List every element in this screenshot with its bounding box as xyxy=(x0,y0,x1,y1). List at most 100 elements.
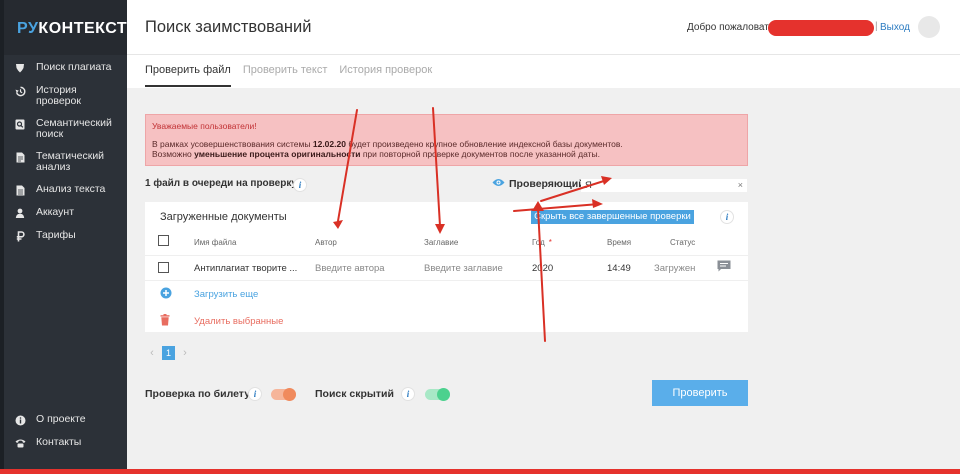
sidebar-item-about[interactable]: О проекте xyxy=(14,414,124,426)
sidebar-item-label: Семантический поиск xyxy=(36,117,112,140)
chevron-left-icon[interactable]: ‹ xyxy=(145,347,159,359)
sidebar-item-label: Анализ текста xyxy=(36,183,106,195)
plus-circle-icon xyxy=(160,287,172,302)
sidebar-item-label: История проверок xyxy=(36,84,81,107)
info-icon[interactable]: i xyxy=(293,178,307,192)
col-header-title: Заглавие xyxy=(424,238,459,247)
alert-emphasis: уменьшение процента оригинальности xyxy=(194,149,361,159)
documents-card: Загруженные документы Скрыть все заверше… xyxy=(145,202,748,332)
sidebar-item-history[interactable]: История проверок xyxy=(14,85,124,107)
reviewer-value: Я xyxy=(585,180,592,191)
info-icon[interactable]: i xyxy=(720,210,734,224)
upload-more-button[interactable]: Загрузить еще xyxy=(160,287,258,302)
alert-title: Уважаемые пользователи! xyxy=(152,121,257,131)
col-header-year: Год * xyxy=(532,238,552,247)
header-separator: | xyxy=(875,21,878,32)
queue-status: 1 файл в очереди на проверку xyxy=(145,178,297,189)
avatar[interactable] xyxy=(918,16,940,38)
hidden-search-toggle[interactable] xyxy=(425,388,450,401)
info-icon xyxy=(14,414,26,426)
logo-text: КОНТЕКСТ xyxy=(38,20,128,37)
delete-selected-button[interactable]: Удалить выбранные xyxy=(160,314,283,329)
pagination: ‹ 1 › xyxy=(145,346,192,360)
tab-history[interactable]: История проверок xyxy=(339,64,432,87)
sidebar-item-label: О проекте xyxy=(36,413,86,425)
row-divider xyxy=(145,280,748,281)
author-input[interactable]: Введите автора xyxy=(315,263,385,274)
required-mark: * xyxy=(548,238,552,247)
sidebar-item-thematic[interactable]: Тематический анализ xyxy=(14,151,124,173)
sidebar-item-plagiarism[interactable]: Поиск плагиата xyxy=(14,62,124,74)
alert-text: будет произведено крупное обновление инд… xyxy=(345,139,623,149)
sidebar: РУКОНТЕКСТ Поиск плагиата История провер… xyxy=(0,0,127,474)
tab-check-file[interactable]: Проверить файл xyxy=(145,64,231,87)
sidebar-edge xyxy=(0,0,4,474)
logout-link[interactable]: Выход xyxy=(880,22,910,33)
file-name[interactable]: Антиплагиат творите ... xyxy=(194,263,297,274)
eye-icon xyxy=(492,178,505,190)
alert-text: В рамках усовершенствования системы xyxy=(152,139,313,149)
history-icon xyxy=(14,85,26,97)
comment-icon[interactable] xyxy=(717,260,731,275)
semantic-search-icon xyxy=(14,118,26,130)
trash-icon xyxy=(160,314,170,329)
info-icon[interactable]: i xyxy=(401,387,415,401)
page-title: Поиск заимствований xyxy=(145,18,312,36)
ticket-check-toggle[interactable] xyxy=(271,388,296,401)
sidebar-item-semantic[interactable]: Семантический поиск xyxy=(14,118,124,140)
sidebar-item-label: Контакты xyxy=(36,436,82,448)
sidebar-item-text-analysis[interactable]: Анализ текста xyxy=(14,184,124,196)
col-header-time: Время xyxy=(607,238,632,247)
bottom-bar xyxy=(0,469,960,474)
toggle-knob xyxy=(437,388,450,401)
ticket-check-label: Проверка по билету xyxy=(145,388,251,400)
col-header-author: Автор xyxy=(315,238,337,247)
tab-check-text[interactable]: Проверить текст xyxy=(243,64,328,87)
row-checkbox[interactable] xyxy=(158,262,169,273)
text-doc-icon xyxy=(14,184,26,196)
sidebar-item-label: Поиск плагиата xyxy=(36,61,112,73)
logo[interactable]: РУКОНТЕКСТ xyxy=(17,20,127,38)
chevron-right-icon[interactable]: › xyxy=(178,347,192,359)
status-badge: Загружен xyxy=(654,263,696,274)
sidebar-nav: Поиск плагиата История проверок Семантич… xyxy=(14,62,124,253)
sidebar-item-account[interactable]: Аккаунт xyxy=(14,207,124,219)
info-icon[interactable]: i xyxy=(248,387,262,401)
alert-banner: Уважаемые пользователи! В рамках усоверш… xyxy=(145,114,748,166)
sidebar-item-label: Тематический анализ xyxy=(36,150,105,173)
alert-date: 12.02.20 xyxy=(312,139,346,149)
col-header-name: Имя файла xyxy=(194,238,237,247)
delete-selected-label: Удалить выбранные xyxy=(194,316,284,327)
ruble-icon xyxy=(14,230,26,242)
reviewer-label: Проверяющий xyxy=(492,178,585,190)
welcome-text: Добро пожаловать xyxy=(687,22,775,33)
sidebar-item-tariffs[interactable]: Тарифы xyxy=(14,230,124,242)
hide-completed-button[interactable]: Скрыть все завершенные проверки xyxy=(531,210,694,224)
sidebar-item-label: Аккаунт xyxy=(36,206,75,218)
row-divider xyxy=(145,255,748,256)
title-input[interactable]: Введите заглавие xyxy=(424,263,503,274)
shield-icon xyxy=(14,62,26,74)
alert-line-1: В рамках усовершенствования системы 12.0… xyxy=(152,139,741,149)
phone-icon xyxy=(14,437,26,449)
check-button[interactable]: Проверить xyxy=(652,380,748,406)
sidebar-item-label: Тарифы xyxy=(36,229,76,241)
clear-icon[interactable]: × xyxy=(738,179,743,192)
page-button[interactable]: 1 xyxy=(162,346,175,360)
reviewer-input[interactable]: Я × xyxy=(581,179,747,192)
header: Поиск заимствований Добро пожаловать | В… xyxy=(127,0,960,55)
logo-ru: РУ xyxy=(17,20,39,37)
documents-title: Загруженные документы xyxy=(160,211,287,223)
toggle-knob xyxy=(283,388,296,401)
col-header-status: Статус xyxy=(670,238,696,247)
tabs: Проверить файл Проверить текст История п… xyxy=(145,64,444,87)
sidebar-item-contacts[interactable]: Контакты xyxy=(14,437,124,449)
alert-line-2: Возможно уменьшение процента оригинально… xyxy=(152,149,741,159)
col-header-year-text: Год xyxy=(532,238,545,247)
select-all-checkbox[interactable] xyxy=(158,235,169,246)
year-input[interactable]: 2020 xyxy=(532,263,553,274)
upload-more-label: Загрузить еще xyxy=(194,289,259,300)
redacted-username xyxy=(768,20,874,36)
upload-time: 14:49 xyxy=(607,263,631,274)
user-icon xyxy=(14,207,26,219)
